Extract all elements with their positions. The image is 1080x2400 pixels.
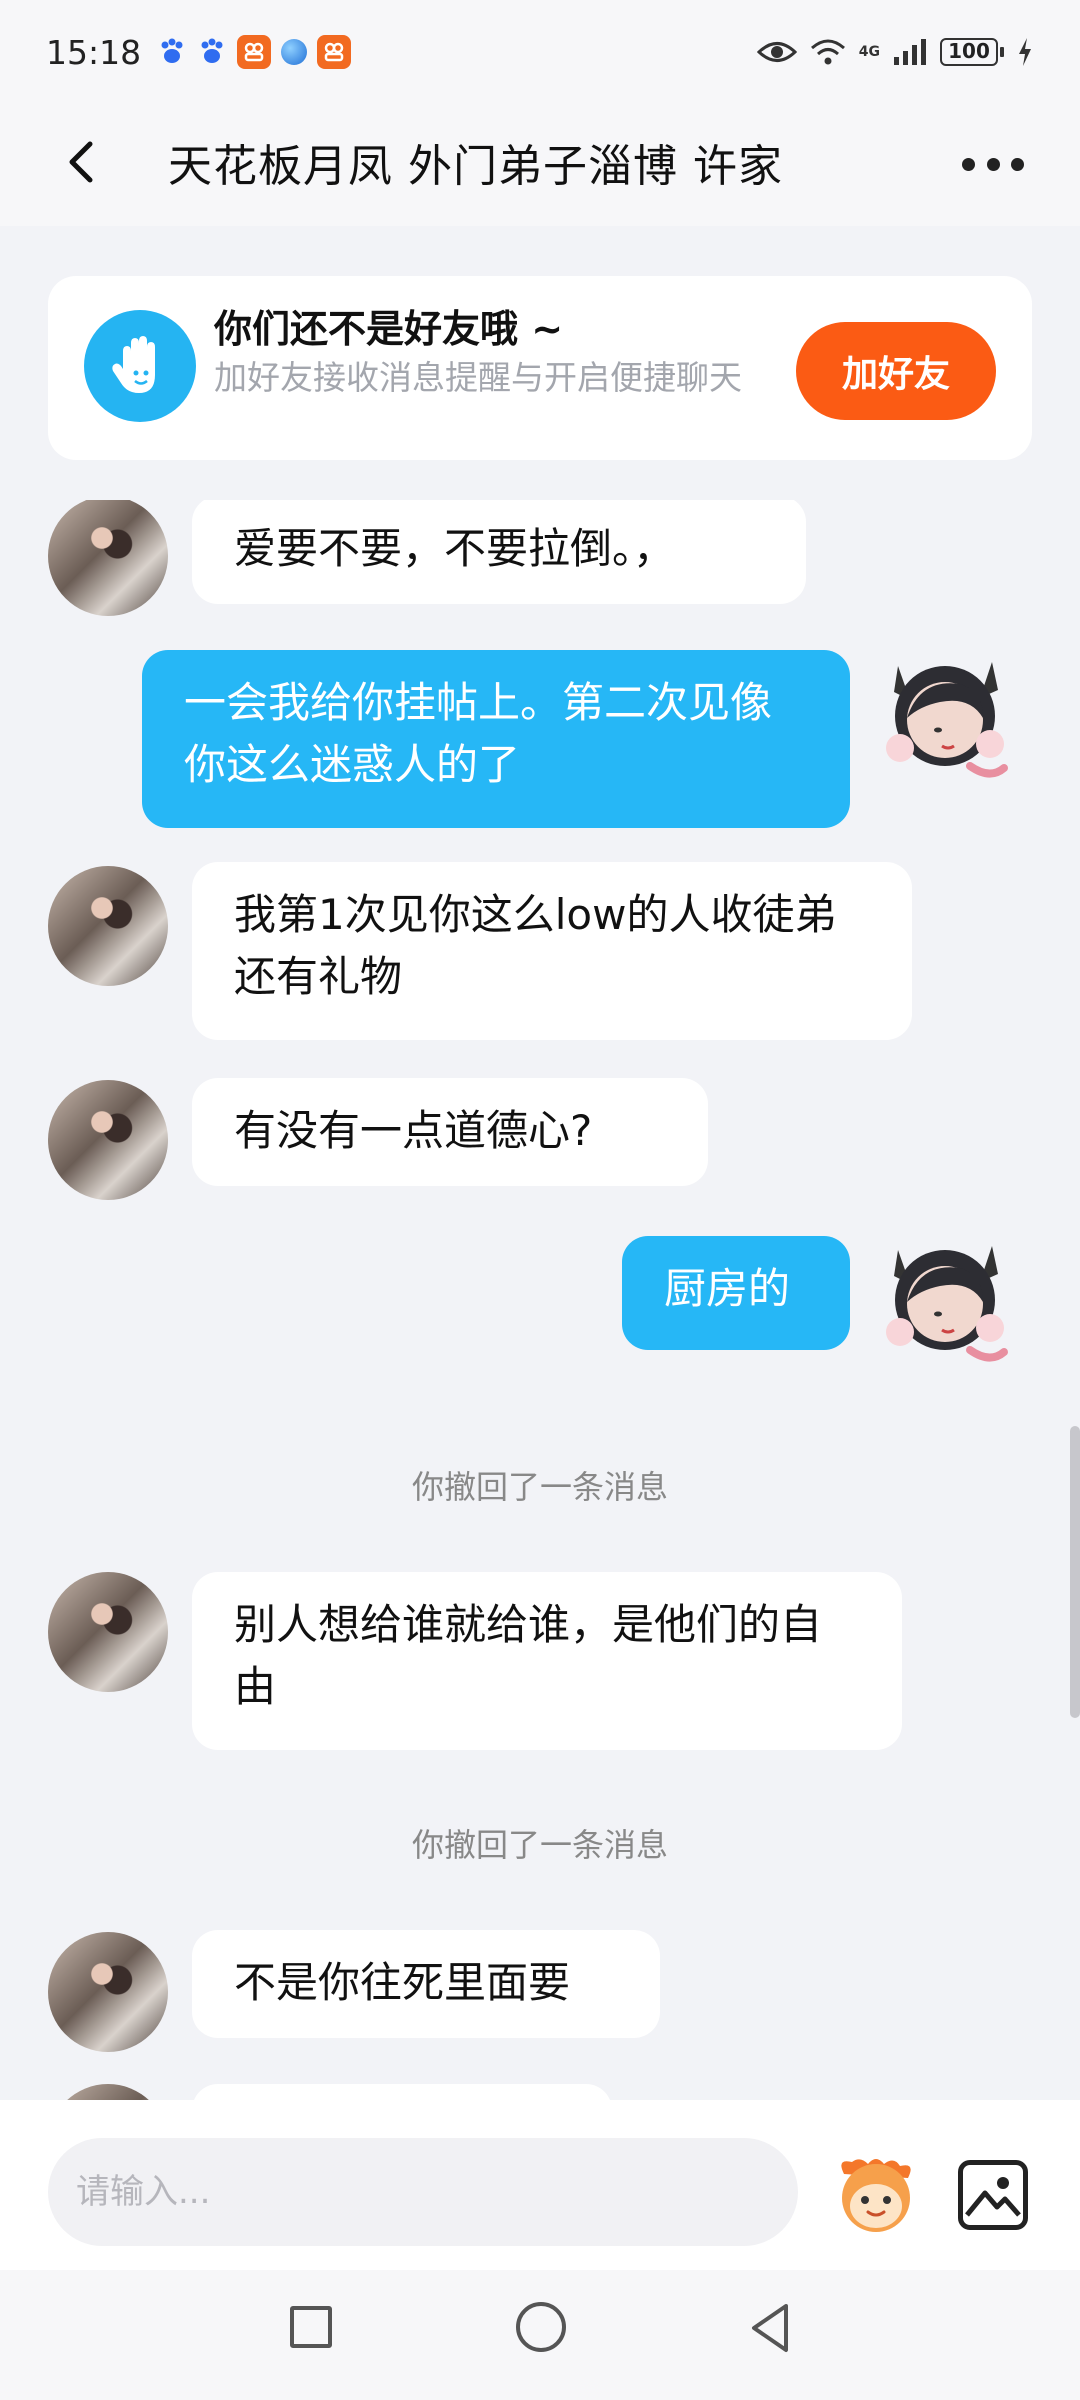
system-navigation-bar bbox=[0, 2270, 1080, 2400]
incoming-message-partial[interactable] bbox=[192, 2084, 612, 2100]
nav-back-icon[interactable] bbox=[746, 2302, 796, 2354]
battery-level: 100 bbox=[940, 38, 998, 66]
charging-icon bbox=[1019, 38, 1031, 66]
contact-avatar[interactable] bbox=[48, 1080, 168, 1200]
more-options-button[interactable] bbox=[962, 134, 1024, 194]
incoming-message[interactable]: 别人想给谁就给谁，是他们的自由 bbox=[192, 1572, 902, 1750]
contact-avatar[interactable] bbox=[48, 1572, 168, 1692]
notification-icons bbox=[157, 35, 352, 69]
system-message: 你撤回了一条消息 bbox=[411, 1826, 668, 1864]
incoming-message[interactable]: 不是你往死里面要 bbox=[192, 1930, 660, 2038]
back-icon[interactable] bbox=[56, 132, 116, 192]
image-picker-icon[interactable] bbox=[958, 2160, 1028, 2230]
baidu-paw-icon bbox=[201, 38, 223, 63]
message-input[interactable] bbox=[48, 2138, 798, 2246]
banner-subtitle: 加好友接收消息提醒与开启便捷聊天 bbox=[214, 358, 742, 397]
incoming-message[interactable]: 爱要不要，不要拉倒。， bbox=[192, 500, 806, 604]
outgoing-message[interactable]: 厨房的 bbox=[622, 1236, 850, 1350]
chat-header: 天花板月凤 外门弟子淄博 许家 bbox=[0, 104, 1080, 226]
emoji-button-icon[interactable] bbox=[830, 2152, 922, 2236]
home-icon[interactable] bbox=[516, 2302, 566, 2352]
add-friend-button[interactable]: 加好友 bbox=[796, 322, 996, 420]
contact-avatar[interactable] bbox=[48, 866, 168, 986]
more-dot bbox=[1011, 157, 1024, 171]
message-list[interactable]: 爱要不要，不要拉倒。， 一会我给你挂帖上。第二次见像你这么迷惑人的了 我第1次见… bbox=[0, 500, 1080, 2100]
banner-title: 你们还不是好友哦 ~ bbox=[214, 307, 564, 351]
scrollbar[interactable] bbox=[1070, 1426, 1080, 1718]
input-bar bbox=[0, 2100, 1080, 2270]
status-bar: 15:18 4G 100 bbox=[0, 0, 1080, 104]
system-icons: 4G 100 bbox=[756, 37, 1034, 67]
status-time: 15:18 bbox=[46, 32, 142, 72]
battery-icon: 100 bbox=[940, 38, 1004, 66]
add-friend-banner: 你们还不是好友哦 ~ 加好友接收消息提醒与开启便捷聊天 加好友 bbox=[48, 276, 1032, 460]
signal-icon bbox=[894, 39, 926, 65]
my-avatar[interactable] bbox=[880, 1232, 1010, 1372]
recent-apps-icon[interactable] bbox=[290, 2306, 332, 2348]
incoming-message[interactable]: 有没有一点道德心? bbox=[192, 1078, 708, 1186]
baidu-paw-icon bbox=[161, 38, 183, 63]
more-dot bbox=[962, 157, 975, 171]
contact-avatar[interactable] bbox=[48, 500, 168, 616]
chat-title: 天花板月凤 外门弟子淄博 许家 bbox=[168, 141, 783, 192]
outgoing-message[interactable]: 一会我给你挂帖上。第二次见像你这么迷惑人的了 bbox=[142, 650, 850, 828]
wifi-icon bbox=[810, 39, 845, 65]
my-avatar[interactable] bbox=[880, 648, 1010, 788]
browser-icon bbox=[281, 39, 308, 65]
network-type-label: 4G bbox=[858, 44, 880, 60]
contact-avatar[interactable] bbox=[48, 1932, 168, 2052]
contact-avatar[interactable] bbox=[48, 2084, 168, 2100]
hand-wave-icon bbox=[84, 310, 196, 422]
incoming-message[interactable]: 我第1次见你这么low的人收徒弟还有礼物 bbox=[192, 862, 912, 1040]
system-message: 你撤回了一条消息 bbox=[411, 1468, 668, 1506]
app-notification-icon bbox=[317, 35, 352, 69]
app-notification-icon bbox=[237, 35, 272, 69]
eye-icon bbox=[756, 42, 797, 62]
more-dot bbox=[986, 157, 1000, 171]
